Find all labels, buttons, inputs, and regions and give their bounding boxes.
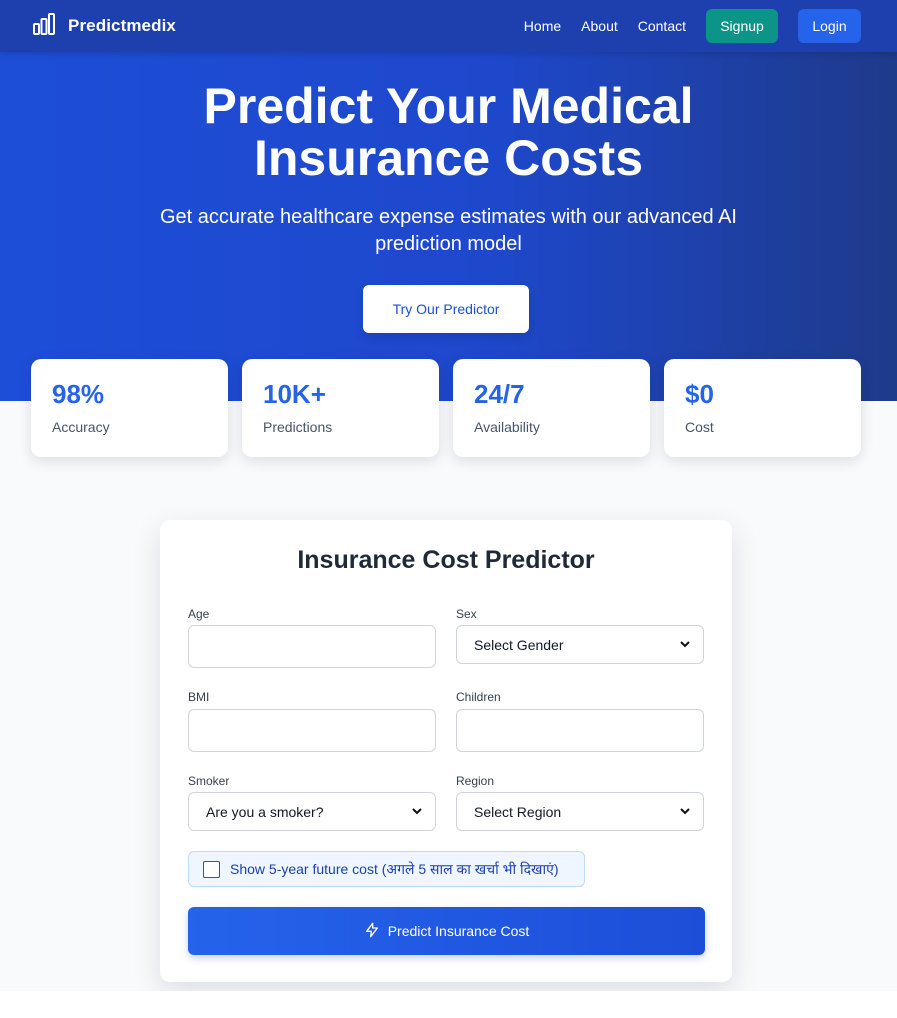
sex-label: Sex xyxy=(456,607,477,621)
stat-label: Cost xyxy=(685,419,714,435)
smoker-select-value: Are you a smoker? xyxy=(206,803,324,820)
top-navbar: Predictmedix Home About Contact Signup L… xyxy=(0,0,897,52)
stat-card-predictions: 10K+ Predictions xyxy=(242,359,439,457)
predictor-form: Insurance Cost Predictor Age Sex Select … xyxy=(160,520,732,982)
stat-label: Predictions xyxy=(263,419,333,435)
stat-value: 10K+ xyxy=(263,379,326,409)
bar-chart-icon xyxy=(32,12,56,41)
chevron-down-icon xyxy=(679,637,691,653)
try-predictor-button[interactable]: Try Our Predictor xyxy=(363,285,529,333)
lightning-icon xyxy=(364,922,380,941)
hero-title-line-1: Predict Your Medical xyxy=(203,78,694,134)
stat-card-accuracy: 98% Accuracy xyxy=(31,359,228,457)
sex-select[interactable]: Select Gender xyxy=(456,625,704,664)
nav-link-home[interactable]: Home xyxy=(524,18,561,34)
smoker-label: Smoker xyxy=(188,774,230,788)
brand[interactable]: Predictmedix xyxy=(32,12,176,41)
nav-link-contact[interactable]: Contact xyxy=(638,18,686,34)
hero-title: Predict Your Medical Insurance Costs xyxy=(0,80,897,184)
age-input[interactable] xyxy=(188,625,436,668)
hero-subtitle-line-2: prediction model xyxy=(375,233,522,255)
login-button[interactable]: Login xyxy=(798,9,861,43)
children-input[interactable] xyxy=(456,709,704,752)
footer-band xyxy=(0,991,897,1018)
stat-card-availability: 24/7 Availability xyxy=(453,359,650,457)
form-title: Insurance Cost Predictor xyxy=(297,546,595,574)
bmi-label: BMI xyxy=(188,690,210,704)
future-cost-checkbox[interactable] xyxy=(203,860,220,878)
chevron-down-icon xyxy=(411,804,423,820)
sex-select-value: Select Gender xyxy=(474,636,564,653)
future-cost-label[interactable]: Show 5-year future cost (अगले 5 साल का ख… xyxy=(230,860,559,879)
region-select-value: Select Region xyxy=(474,803,562,820)
hero-title-line-2: Insurance Costs xyxy=(253,130,643,186)
stat-card-cost: $0 Cost xyxy=(664,359,861,457)
stat-label: Availability xyxy=(474,419,540,435)
region-label: Region xyxy=(456,774,495,788)
future-cost-option[interactable]: Show 5-year future cost (अगले 5 साल का ख… xyxy=(188,851,585,887)
nav-link-about[interactable]: About xyxy=(581,18,618,34)
children-label: Children xyxy=(456,690,501,704)
brand-name: Predictmedix xyxy=(68,16,176,35)
stat-value: 24/7 xyxy=(474,379,525,409)
signup-button[interactable]: Signup xyxy=(706,9,778,43)
stat-value: 98% xyxy=(52,379,105,409)
smoker-select[interactable]: Are you a smoker? xyxy=(188,792,436,831)
bmi-input[interactable] xyxy=(188,709,436,752)
region-select[interactable]: Select Region xyxy=(456,792,704,831)
hero-subtitle: Get accurate healthcare expense estimate… xyxy=(120,204,777,258)
stat-value: $0 xyxy=(685,379,714,409)
predict-button-label: Predict Insurance Cost xyxy=(387,923,530,939)
stat-label: Accuracy xyxy=(52,419,110,435)
hero-section: Predict Your Medical Insurance Costs Get… xyxy=(0,52,897,401)
age-label: Age xyxy=(188,607,210,621)
hero-subtitle-line-1: Get accurate healthcare expense estimate… xyxy=(159,206,737,228)
chevron-down-icon xyxy=(679,804,691,820)
nav-links: Home About Contact Signup Login xyxy=(524,9,861,43)
predict-button[interactable]: Predict Insurance Cost xyxy=(188,907,705,955)
